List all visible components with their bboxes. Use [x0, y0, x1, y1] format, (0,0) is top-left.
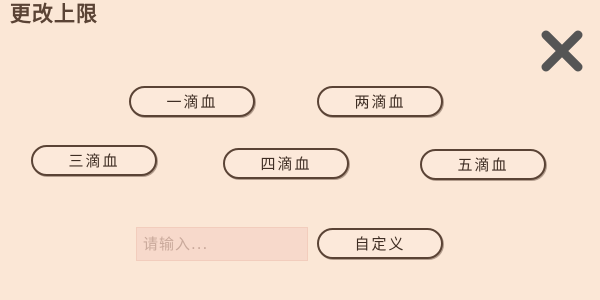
- set-limit-dialog: 更改上限 一滴血 两滴血 三滴血 四滴血 五滴血 自定义: [0, 0, 600, 300]
- close-button[interactable]: [538, 27, 586, 75]
- two-drops-button[interactable]: 两滴血: [317, 86, 443, 117]
- five-drops-button[interactable]: 五滴血: [420, 149, 546, 180]
- custom-value-input[interactable]: [136, 227, 308, 261]
- custom-button[interactable]: 自定义: [317, 228, 443, 259]
- one-drop-button[interactable]: 一滴血: [129, 86, 255, 117]
- close-icon: [541, 30, 583, 72]
- four-drops-button[interactable]: 四滴血: [223, 148, 349, 179]
- three-drops-button[interactable]: 三滴血: [31, 145, 157, 176]
- dialog-title: 更改上限: [10, 2, 98, 26]
